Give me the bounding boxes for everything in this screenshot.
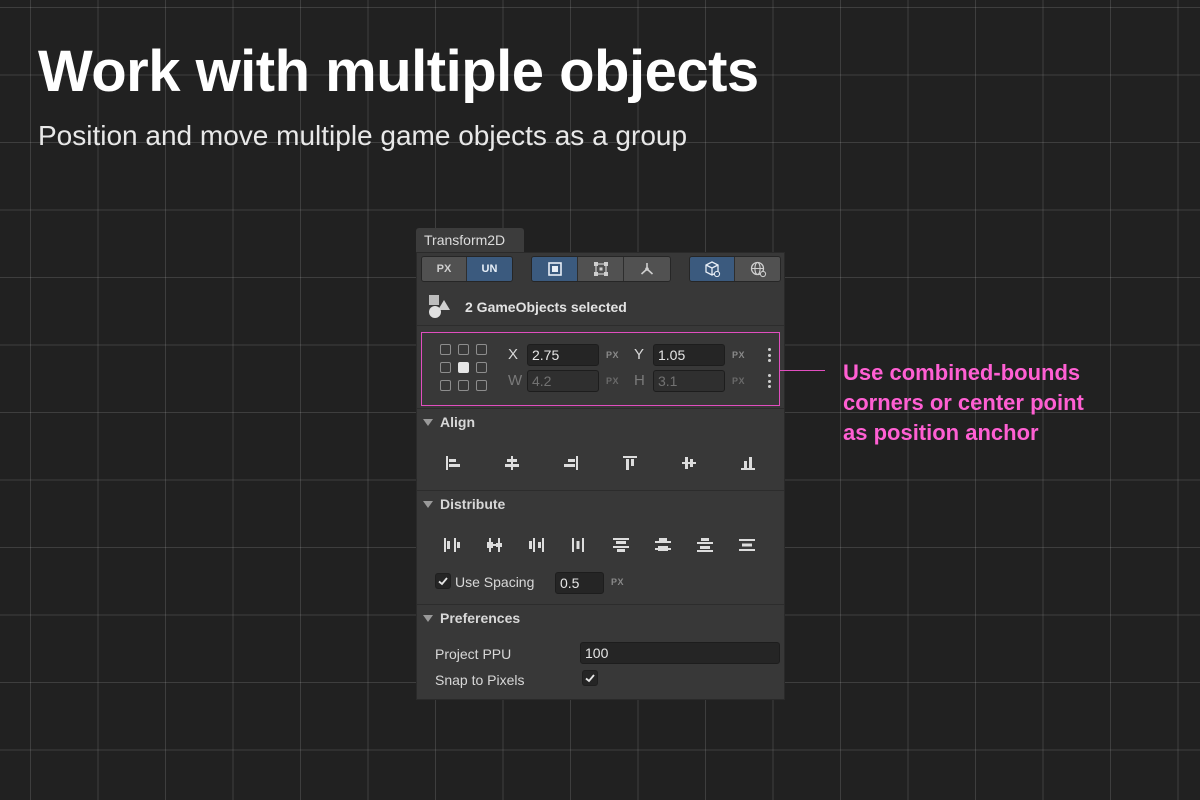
distribute-middle-vertical-icon[interactable] <box>652 535 674 555</box>
multiple-objects-icon <box>429 295 450 318</box>
h-label: H <box>634 372 645 389</box>
panel-toolbar: PX UN <box>421 256 781 282</box>
distribute-right-icon[interactable] <box>525 535 547 555</box>
callout-connector-line <box>779 370 825 371</box>
pivot-icon <box>640 263 654 275</box>
mode-toggle <box>531 256 671 282</box>
distribute-vertical-spacing-icon[interactable] <box>736 535 758 555</box>
use-spacing-checkbox[interactable] <box>435 573 451 589</box>
anchor-middle-right[interactable] <box>476 362 487 373</box>
subheadline: Position and move multiple game objects … <box>38 120 688 151</box>
anchor-top-left[interactable] <box>440 344 451 355</box>
distribute-header[interactable]: Distribute <box>423 496 505 512</box>
wh-options-icon[interactable] <box>767 374 771 388</box>
px-unit-button[interactable]: PX <box>422 257 467 281</box>
x-label: X <box>508 346 519 363</box>
y-unit: PX <box>732 350 746 360</box>
global-space-button[interactable] <box>735 257 780 281</box>
collapse-triangle-icon <box>423 500 433 508</box>
transform2d-tab[interactable]: Transform2D <box>416 228 524 252</box>
distribute-center-horizontal-icon[interactable] <box>483 535 505 555</box>
transform2d-panel: PX UN 2 GameObjects selected X 2.75 PX Y… <box>416 252 785 700</box>
checkmark-icon <box>438 577 448 586</box>
align-bottom-icon[interactable] <box>737 453 759 473</box>
w-field[interactable]: 4.2 <box>527 370 599 392</box>
x-field[interactable]: 2.75 <box>527 344 599 366</box>
anchor-top-center[interactable] <box>458 344 469 355</box>
rect-transform-icon <box>593 262 608 276</box>
xy-options-icon[interactable] <box>767 348 771 362</box>
selection-count-label: 2 GameObjects selected <box>465 299 627 315</box>
distribute-horizontal-spacing-icon[interactable] <box>567 535 589 555</box>
snap-to-pixels-checkbox[interactable] <box>582 670 598 686</box>
square-icon <box>547 262 562 276</box>
un-unit-button[interactable]: UN <box>467 257 512 281</box>
distribute-section: Distribute Use Spacing 0.5 PX <box>417 490 784 605</box>
x-unit: PX <box>606 350 620 360</box>
spacing-field[interactable]: 0.5 <box>555 572 604 594</box>
anchor-bottom-center[interactable] <box>458 380 469 391</box>
distribute-top-icon[interactable] <box>610 535 632 555</box>
anchor-bottom-left[interactable] <box>440 380 451 391</box>
align-middle-vertical-icon[interactable] <box>678 453 700 473</box>
callout-line-2: corners or center point <box>843 390 1084 415</box>
preferences-header[interactable]: Preferences <box>423 610 520 626</box>
collapse-triangle-icon <box>423 418 433 426</box>
position-anchor-group: X 2.75 PX Y 1.05 PX W 4.2 PX H 3.1 PX <box>421 332 780 406</box>
callout-annotation: Use combined-bounds corners or center po… <box>843 358 1173 448</box>
h-field[interactable]: 3.1 <box>653 370 725 392</box>
space-toggle <box>689 256 781 282</box>
local-space-button[interactable] <box>690 257 735 281</box>
snap-to-pixels-label: Snap to Pixels <box>435 672 525 688</box>
w-unit: PX <box>606 376 620 386</box>
anchor-top-right[interactable] <box>476 344 487 355</box>
anchor-bottom-right[interactable] <box>476 380 487 391</box>
callout-line-3: as position anchor <box>843 420 1039 445</box>
align-center-horizontal-icon[interactable] <box>501 453 523 473</box>
headline: Work with multiple objects <box>38 39 759 104</box>
rect-mode-button[interactable] <box>578 257 624 281</box>
align-left-icon[interactable] <box>442 453 464 473</box>
collapse-triangle-icon <box>423 614 433 622</box>
align-header[interactable]: Align <box>423 414 475 430</box>
anchor-middle-left[interactable] <box>440 362 451 373</box>
anchor-center[interactable] <box>458 362 469 373</box>
pivot-mode-button[interactable] <box>624 257 670 281</box>
distribute-bottom-icon[interactable] <box>694 535 716 555</box>
align-title: Align <box>440 414 475 430</box>
project-ppu-field[interactable]: 100 <box>580 642 780 664</box>
bounds-mode-button[interactable] <box>532 257 578 281</box>
y-field[interactable]: 1.05 <box>653 344 725 366</box>
preferences-section: Preferences Project PPU 100 Snap to Pixe… <box>417 604 784 700</box>
project-ppu-label: Project PPU <box>435 646 512 662</box>
local-space-cube-icon <box>705 261 721 278</box>
y-label: Y <box>634 346 645 363</box>
anchor-grid <box>440 344 488 392</box>
use-spacing-label: Use Spacing <box>455 574 535 590</box>
global-space-globe-icon <box>750 261 766 278</box>
h-unit: PX <box>732 376 746 386</box>
align-right-icon[interactable] <box>560 453 582 473</box>
w-label: W <box>508 372 523 389</box>
distribute-left-icon[interactable] <box>441 535 463 555</box>
callout-line-1: Use combined-bounds <box>843 360 1081 385</box>
distribute-title: Distribute <box>440 496 506 512</box>
selection-row: 2 GameObjects selected <box>417 291 784 326</box>
unit-toggle: PX UN <box>421 256 513 282</box>
align-top-icon[interactable] <box>619 453 641 473</box>
preferences-title: Preferences <box>440 610 521 626</box>
checkmark-icon <box>585 674 595 683</box>
spacing-unit: PX <box>611 577 625 587</box>
align-section: Align <box>417 408 784 491</box>
